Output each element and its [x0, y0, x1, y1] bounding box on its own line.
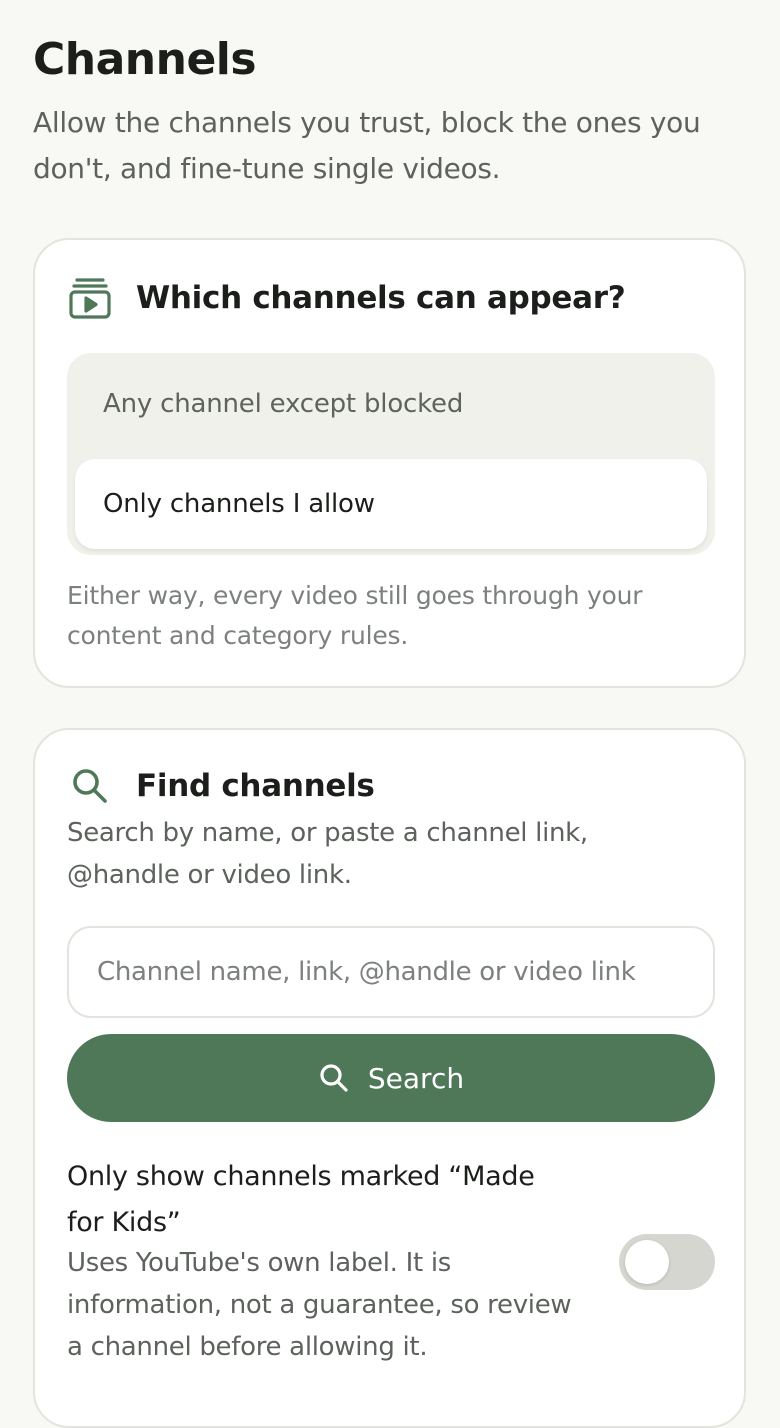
channel-search-input[interactable] [67, 926, 715, 1018]
made-for-kids-toggle[interactable] [619, 1234, 715, 1290]
channel-stack-icon [68, 276, 112, 320]
find-channels-card: Find channels Search by name, or paste a… [33, 728, 746, 1428]
card-header: Which channels can appear? [68, 276, 626, 320]
page-title: Channels [33, 34, 257, 85]
made-for-kids-description: Uses YouTube's own label. It is informat… [67, 1248, 572, 1362]
channel-mode-segmented-control: Any channel except blocked Only channels… [67, 353, 715, 555]
option-any-channel-except-blocked[interactable]: Any channel except blocked [75, 359, 707, 449]
search-button[interactable]: Search [67, 1034, 715, 1122]
channels-page: Channels Allow the channels you trust, b… [0, 0, 780, 1428]
channel-appearance-card: Which channels can appear? Any channel e… [33, 238, 746, 688]
find-description: Search by name, or paste a channel link,… [67, 818, 588, 890]
page-subtitle: Allow the channels you trust, block the … [33, 106, 701, 185]
card-title: Which channels can appear? [136, 280, 626, 316]
card-title: Find channels [136, 768, 375, 804]
search-button-label: Search [367, 1061, 465, 1095]
option-only-allowed-channels[interactable]: Only channels I allow [75, 459, 707, 549]
toggle-knob [625, 1240, 669, 1284]
search-icon [68, 764, 112, 808]
card-header: Find channels [68, 764, 375, 808]
rules-note: Either way, every video still goes throu… [67, 581, 643, 650]
search-icon [318, 1062, 350, 1094]
made-for-kids-title: Only show channels marked “Made for Kids… [67, 1161, 535, 1238]
